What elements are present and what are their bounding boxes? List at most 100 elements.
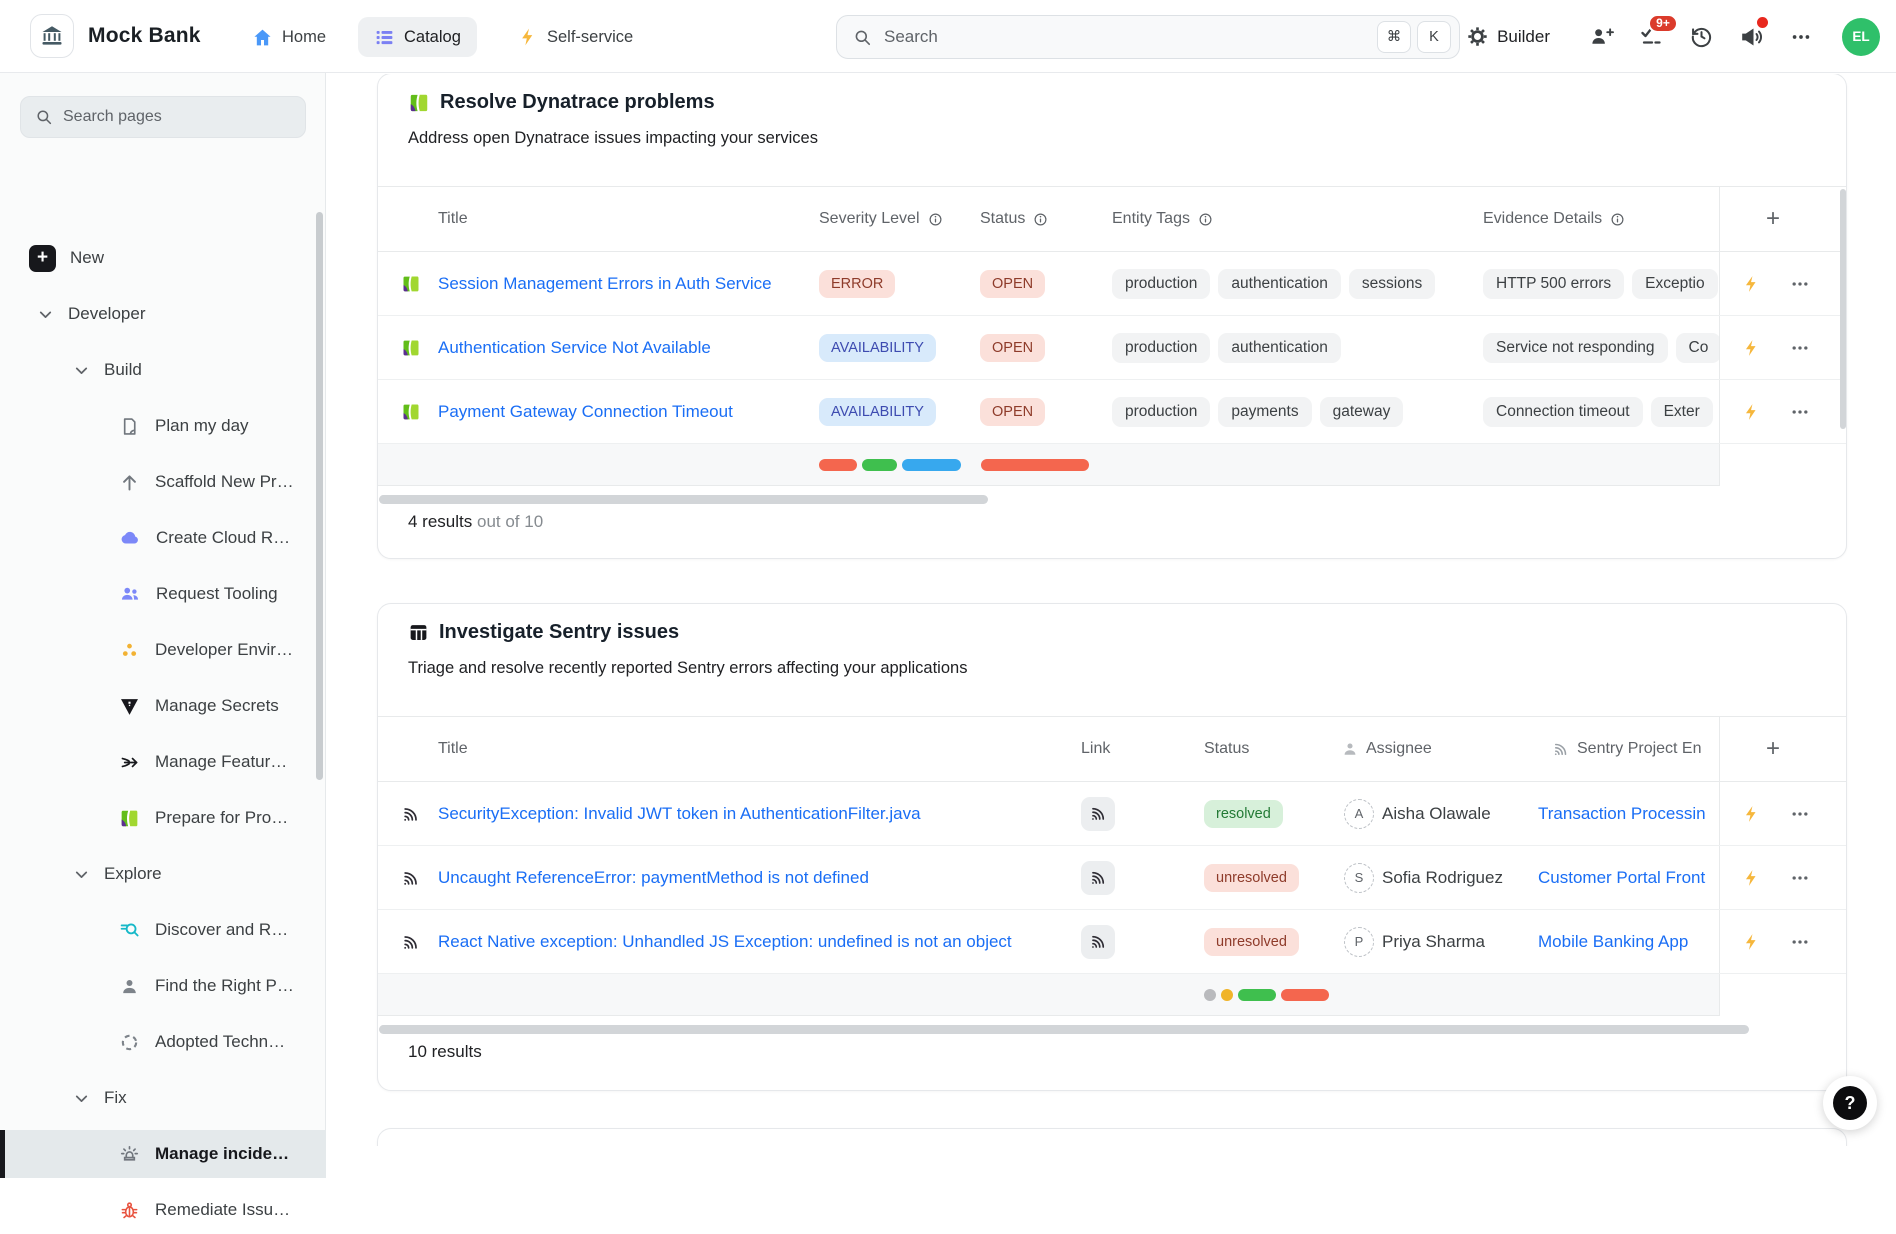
global-search[interactable]: ⌘ K bbox=[836, 15, 1460, 59]
sidebar-item-developer-environments[interactable]: Developer Envir… bbox=[0, 626, 326, 674]
project-link[interactable]: Transaction Processin bbox=[1538, 804, 1706, 824]
invite-user-button[interactable] bbox=[1588, 24, 1614, 50]
dynatrace-icon bbox=[401, 274, 421, 294]
add-column-button[interactable]: + bbox=[1766, 205, 1780, 233]
automation-bolt-icon[interactable] bbox=[1742, 402, 1761, 421]
tab-catalog[interactable]: Catalog bbox=[358, 17, 477, 57]
table-row[interactable]: SecurityException: Invalid JWT token in … bbox=[378, 782, 1846, 846]
sidebar-item-scaffold-new-project[interactable]: Scaffold New Pr… bbox=[0, 458, 326, 506]
column-header-status[interactable]: Status bbox=[1204, 740, 1341, 758]
table-vertical-scrollbar[interactable] bbox=[1840, 189, 1846, 429]
column-header-status[interactable]: Status bbox=[976, 210, 1106, 228]
table-row[interactable]: Payment Gateway Connection Timeout AVAIL… bbox=[378, 380, 1846, 444]
tab-self-service-label: Self-service bbox=[547, 28, 633, 47]
sentry-link-button[interactable] bbox=[1081, 797, 1115, 831]
sidebar-item-plan-my-day[interactable]: Plan my day bbox=[0, 402, 326, 450]
column-header-link[interactable]: Link bbox=[1081, 740, 1204, 758]
table-header-row: Title Severity Level Status Entity Tags … bbox=[378, 186, 1846, 252]
plus-icon: + bbox=[29, 245, 56, 272]
column-label: Title bbox=[438, 740, 468, 758]
sidebar-group-developer[interactable]: Developer bbox=[0, 290, 326, 338]
sidebar-item-discover-and-research[interactable]: Discover and R… bbox=[0, 906, 326, 954]
row-menu-icon[interactable] bbox=[1790, 868, 1810, 888]
column-header-entity-tags[interactable]: Entity Tags bbox=[1106, 210, 1478, 228]
brand-name: Mock Bank bbox=[88, 24, 201, 48]
lightning-icon bbox=[518, 27, 538, 47]
info-icon[interactable] bbox=[927, 211, 944, 228]
column-header-assignee[interactable]: Assignee bbox=[1341, 740, 1536, 758]
row-title-link[interactable]: React Native exception: Unhandled JS Exc… bbox=[438, 932, 1012, 952]
sidebar-group-fix[interactable]: Fix bbox=[0, 1074, 326, 1122]
sidebar-group-explore[interactable]: Explore bbox=[0, 850, 326, 898]
sidebar-item-manage-features[interactable]: Manage Featur… bbox=[0, 738, 326, 786]
history-button[interactable] bbox=[1688, 24, 1714, 50]
sidebar-group-build[interactable]: Build bbox=[0, 346, 326, 394]
sidebar-item-adopted-technologies[interactable]: Adopted Techn… bbox=[0, 1018, 326, 1066]
severity-badge: AVAILABILITY bbox=[819, 398, 936, 426]
sentry-icon bbox=[1552, 740, 1570, 758]
table-row[interactable]: Session Management Errors in Auth Servic… bbox=[378, 252, 1846, 316]
tasks-button[interactable]: 9+ bbox=[1638, 24, 1664, 50]
row-menu-icon[interactable] bbox=[1790, 274, 1810, 294]
sentry-link-button[interactable] bbox=[1081, 925, 1115, 959]
row-title-link[interactable]: Payment Gateway Connection Timeout bbox=[438, 402, 733, 422]
sidebar-item-request-tooling[interactable]: Request Tooling bbox=[0, 570, 326, 618]
column-header-severity[interactable]: Severity Level bbox=[813, 210, 976, 228]
sidebar-item-manage-secrets[interactable]: Manage Secrets bbox=[0, 682, 326, 730]
info-icon[interactable] bbox=[1032, 211, 1049, 228]
project-link[interactable]: Mobile Banking App bbox=[1538, 932, 1688, 952]
sidebar-item-label: Developer Envir… bbox=[155, 640, 293, 660]
project-link[interactable]: Customer Portal Front bbox=[1538, 868, 1705, 888]
tab-home[interactable]: Home bbox=[236, 17, 342, 57]
row-menu-icon[interactable] bbox=[1790, 338, 1810, 358]
row-title-link[interactable]: Authentication Service Not Available bbox=[438, 338, 711, 358]
sidebar-item-new[interactable]: + New bbox=[0, 234, 326, 282]
global-search-input[interactable] bbox=[884, 27, 1371, 47]
table-row[interactable]: Authentication Service Not Available AVA… bbox=[378, 316, 1846, 380]
row-actions bbox=[1719, 910, 1846, 973]
sidebar-item-remediate-issues[interactable]: Remediate Issu… bbox=[0, 1186, 326, 1234]
table-row[interactable]: Uncaught ReferenceError: paymentMethod i… bbox=[378, 846, 1846, 910]
assignee-avatar: P bbox=[1344, 927, 1374, 957]
sidebar-item-create-cloud-resource[interactable]: Create Cloud R… bbox=[0, 514, 326, 562]
table-row[interactable]: React Native exception: Unhandled JS Exc… bbox=[378, 910, 1846, 974]
builder-button[interactable]: Builder bbox=[1467, 26, 1550, 47]
more-menu-button[interactable] bbox=[1788, 24, 1814, 50]
announcements-button[interactable] bbox=[1738, 24, 1764, 50]
status-facet-pill-red bbox=[981, 459, 1089, 471]
sidebar-scrollbar[interactable] bbox=[316, 212, 323, 780]
row-menu-icon[interactable] bbox=[1790, 402, 1810, 422]
row-title-link[interactable]: Uncaught ReferenceError: paymentMethod i… bbox=[438, 868, 869, 888]
row-title-link[interactable]: Session Management Errors in Auth Servic… bbox=[438, 274, 772, 294]
automation-bolt-icon[interactable] bbox=[1742, 804, 1761, 823]
row-title-link[interactable]: SecurityException: Invalid JWT token in … bbox=[438, 804, 921, 824]
automation-bolt-icon[interactable] bbox=[1742, 338, 1761, 357]
tab-self-service[interactable]: Self-service bbox=[502, 17, 649, 57]
automation-bolt-icon[interactable] bbox=[1742, 274, 1761, 293]
sentry-link-button[interactable] bbox=[1081, 861, 1115, 895]
column-header-title[interactable]: Title bbox=[433, 210, 813, 228]
sidebar-item-label: Create Cloud R… bbox=[156, 528, 290, 548]
help-button[interactable]: ? bbox=[1823, 1076, 1877, 1130]
user-avatar[interactable]: EL bbox=[1842, 18, 1880, 56]
entity-tag-chip: production bbox=[1112, 269, 1210, 299]
sidebar-search-input[interactable] bbox=[63, 108, 291, 126]
info-icon[interactable] bbox=[1609, 211, 1626, 228]
column-header-sentry-project[interactable]: Sentry Project En bbox=[1536, 740, 1719, 758]
automation-bolt-icon[interactable] bbox=[1742, 932, 1761, 951]
automation-bolt-icon[interactable] bbox=[1742, 868, 1761, 887]
add-column-button[interactable]: + bbox=[1766, 735, 1780, 763]
column-header-evidence[interactable]: Evidence Details bbox=[1478, 210, 1719, 228]
sidebar-item-prepare-for-production[interactable]: Prepare for Pro… bbox=[0, 794, 326, 842]
sidebar-search[interactable] bbox=[20, 96, 306, 138]
sidebar-item-find-the-right-person[interactable]: Find the Right P… bbox=[0, 962, 326, 1010]
brand-logo[interactable] bbox=[30, 14, 74, 58]
info-icon[interactable] bbox=[1197, 211, 1214, 228]
sidebar-item-manage-incidents[interactable]: Manage incide… bbox=[0, 1130, 326, 1178]
table-horizontal-scrollbar[interactable] bbox=[379, 495, 988, 504]
table-horizontal-scrollbar[interactable] bbox=[379, 1025, 1749, 1034]
column-header-title[interactable]: Title bbox=[433, 740, 1081, 758]
evidence-chip: Exter bbox=[1651, 397, 1713, 427]
row-menu-icon[interactable] bbox=[1790, 804, 1810, 824]
row-menu-icon[interactable] bbox=[1790, 932, 1810, 952]
